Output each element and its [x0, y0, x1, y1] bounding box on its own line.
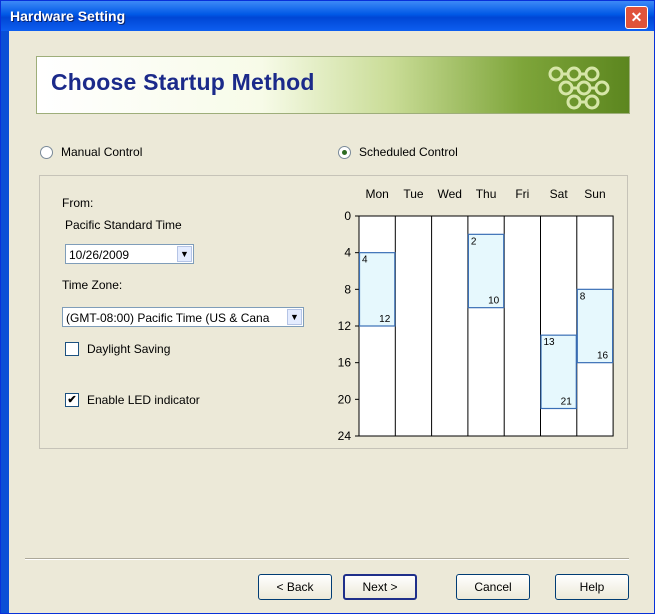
schedule-block-start-label: 8	[580, 291, 586, 302]
hour-label: 24	[338, 429, 352, 440]
schedule-block-start-label: 4	[362, 255, 368, 266]
scheduled-control-radio-circle[interactable]	[338, 145, 351, 159]
manual-control-radio-circle[interactable]	[40, 145, 53, 159]
timezone-name-label: Pacific Standard Time	[65, 218, 182, 232]
hardware-setting-dialog: Hardware Setting ✕ Choose Startup Method…	[0, 0, 655, 614]
chevron-down-icon[interactable]: ▼	[287, 309, 302, 325]
weekly-schedule-grid[interactable]: Mon Tue Wed Thu Fri Sat Sun 0 4 8 12 16 20 24 4 12 2 10 13…	[329, 184, 619, 440]
day-header-mon: Mon	[365, 187, 388, 201]
cancel-button[interactable]: Cancel	[456, 574, 530, 600]
start-date-dropdown[interactable]: 10/26/2009 ▼	[65, 244, 194, 264]
day-header-sat: Sat	[550, 187, 569, 201]
next-button[interactable]: Next >	[343, 574, 417, 600]
hour-label: 12	[338, 319, 352, 333]
title-bar: Hardware Setting ✕	[1, 1, 654, 31]
time-zone-value: (GMT-08:00) Pacific Time (US & Cana	[66, 311, 270, 325]
banner-title: Choose Startup Method	[51, 69, 315, 95]
window-title: Hardware Setting	[10, 8, 126, 24]
chevron-down-icon[interactable]: ▼	[177, 246, 192, 262]
scheduled-control-label: Scheduled Control	[359, 145, 458, 159]
hour-label: 0	[344, 209, 351, 223]
hour-label: 16	[338, 356, 352, 370]
day-header-fri: Fri	[515, 187, 529, 201]
enable-led-checkbox[interactable]: ✔ Enable LED indicator	[65, 393, 200, 407]
start-date-value: 10/26/2009	[69, 248, 130, 262]
time-zone-dropdown[interactable]: (GMT-08:00) Pacific Time (US & Cana ▼	[62, 307, 304, 327]
from-label: From:	[62, 196, 94, 210]
window-border-left	[1, 31, 9, 613]
schedule-block-end-label: 21	[561, 397, 573, 408]
scheduled-control-radio[interactable]: Scheduled Control	[338, 145, 458, 159]
schedule-block-end-label: 12	[379, 314, 391, 325]
schedule-block-start-label: 2	[471, 236, 477, 247]
close-icon: ✕	[630, 9, 643, 25]
help-button[interactable]: Help	[555, 574, 629, 600]
manual-control-label: Manual Control	[61, 145, 143, 159]
daylight-saving-label: Daylight Saving	[87, 342, 171, 356]
hour-label: 8	[344, 282, 351, 296]
footer-divider	[25, 558, 629, 560]
day-header-sun: Sun	[584, 187, 605, 201]
close-button[interactable]: ✕	[625, 6, 648, 29]
schedule-block-start-label: 13	[544, 337, 556, 348]
schedule-block-end-label: 16	[597, 351, 609, 362]
enable-led-label: Enable LED indicator	[87, 393, 200, 407]
schedule-settings-panel: From: Pacific Standard Time 10/26/2009 ▼…	[39, 175, 628, 449]
day-header-tue: Tue	[403, 187, 424, 201]
daylight-saving-box[interactable]	[65, 342, 79, 356]
hour-label: 20	[338, 392, 352, 406]
daylight-saving-checkbox[interactable]: Daylight Saving	[65, 342, 170, 356]
molecule-logo-icon	[548, 66, 610, 110]
enable-led-box[interactable]: ✔	[65, 393, 79, 407]
back-button[interactable]: < Back	[258, 574, 332, 600]
day-header-thu: Thu	[476, 187, 497, 201]
day-header-wed: Wed	[438, 187, 462, 201]
hour-label: 4	[344, 246, 351, 260]
time-zone-label: Time Zone:	[62, 278, 123, 292]
header-banner: Choose Startup Method	[36, 56, 630, 114]
schedule-block-end-label: 10	[488, 296, 500, 307]
manual-control-radio[interactable]: Manual Control	[40, 145, 142, 159]
